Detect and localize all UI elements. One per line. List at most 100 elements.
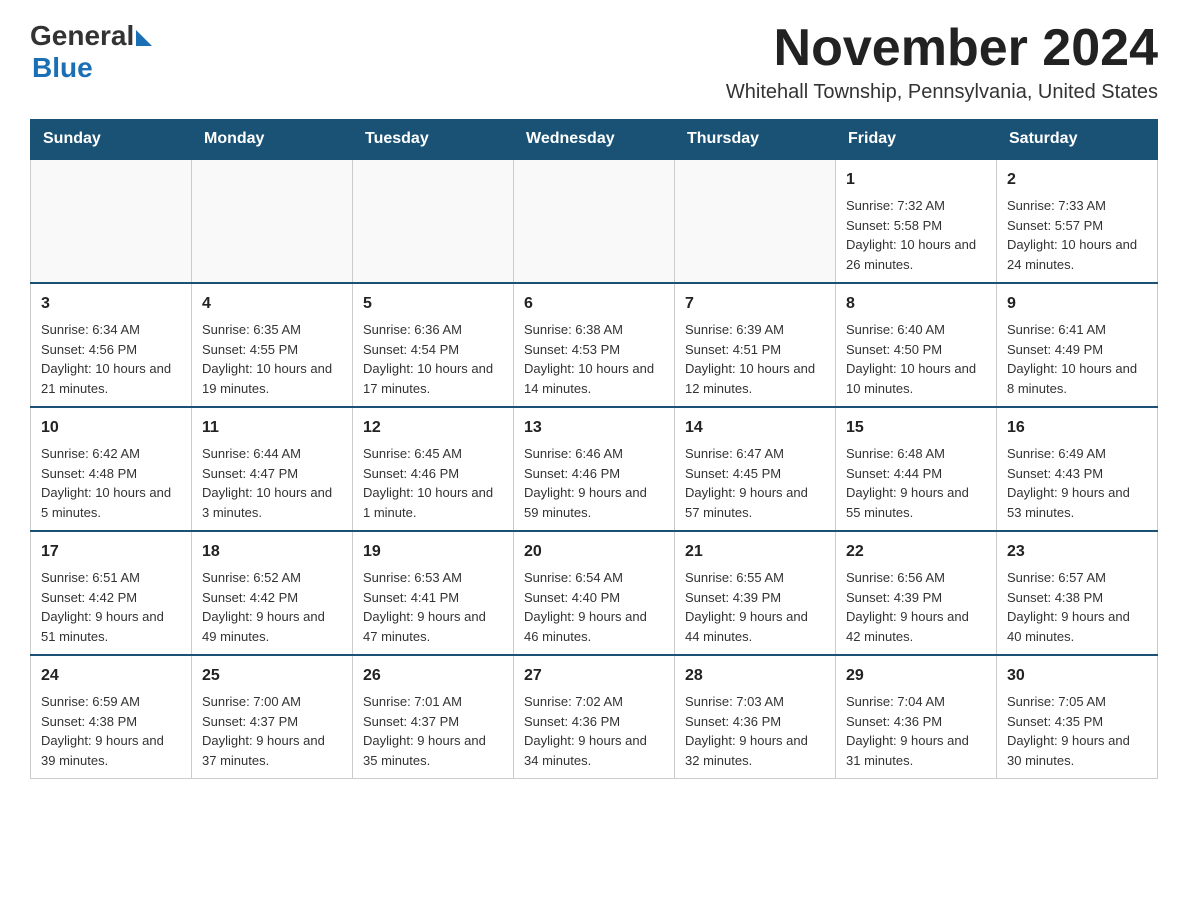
day-number: 10 [41, 416, 181, 440]
day-number: 5 [363, 292, 503, 316]
weekday-header-row: SundayMondayTuesdayWednesdayThursdayFrid… [31, 120, 1158, 160]
day-info: Sunset: 4:44 PM [846, 464, 986, 484]
day-info: Sunrise: 7:04 AM [846, 692, 986, 712]
day-info: Sunset: 4:36 PM [685, 712, 825, 732]
day-number: 12 [363, 416, 503, 440]
day-info: Daylight: 9 hours and 47 minutes. [363, 607, 503, 646]
day-number: 8 [846, 292, 986, 316]
day-info: Sunrise: 6:51 AM [41, 568, 181, 588]
day-info: Daylight: 9 hours and 46 minutes. [524, 607, 664, 646]
day-info: Sunset: 4:40 PM [524, 588, 664, 608]
day-number: 23 [1007, 540, 1147, 564]
calendar-cell: 3Sunrise: 6:34 AMSunset: 4:56 PMDaylight… [31, 283, 192, 407]
day-info: Sunset: 4:37 PM [202, 712, 342, 732]
day-info: Daylight: 10 hours and 5 minutes. [41, 483, 181, 522]
day-info: Daylight: 9 hours and 35 minutes. [363, 731, 503, 770]
day-info: Sunset: 5:57 PM [1007, 216, 1147, 236]
day-info: Sunset: 4:56 PM [41, 340, 181, 360]
calendar-cell: 21Sunrise: 6:55 AMSunset: 4:39 PMDayligh… [675, 531, 836, 655]
day-number: 28 [685, 664, 825, 688]
day-info: Sunset: 4:39 PM [846, 588, 986, 608]
day-info: Sunrise: 6:46 AM [524, 444, 664, 464]
calendar-cell: 8Sunrise: 6:40 AMSunset: 4:50 PMDaylight… [836, 283, 997, 407]
calendar-week-5: 24Sunrise: 6:59 AMSunset: 4:38 PMDayligh… [31, 655, 1158, 779]
calendar-week-3: 10Sunrise: 6:42 AMSunset: 4:48 PMDayligh… [31, 407, 1158, 531]
day-info: Sunrise: 6:47 AM [685, 444, 825, 464]
logo: General Blue [30, 20, 152, 84]
day-info: Sunset: 4:47 PM [202, 464, 342, 484]
calendar-cell: 13Sunrise: 6:46 AMSunset: 4:46 PMDayligh… [514, 407, 675, 531]
calendar-cell: 12Sunrise: 6:45 AMSunset: 4:46 PMDayligh… [353, 407, 514, 531]
day-info: Sunset: 4:41 PM [363, 588, 503, 608]
calendar-cell: 7Sunrise: 6:39 AMSunset: 4:51 PMDaylight… [675, 283, 836, 407]
day-number: 27 [524, 664, 664, 688]
day-info: Daylight: 9 hours and 55 minutes. [846, 483, 986, 522]
day-info: Sunrise: 7:05 AM [1007, 692, 1147, 712]
day-info: Sunset: 4:42 PM [41, 588, 181, 608]
day-info: Sunrise: 7:01 AM [363, 692, 503, 712]
day-info: Sunrise: 7:02 AM [524, 692, 664, 712]
day-number: 25 [202, 664, 342, 688]
calendar-week-4: 17Sunrise: 6:51 AMSunset: 4:42 PMDayligh… [31, 531, 1158, 655]
day-info: Daylight: 10 hours and 14 minutes. [524, 359, 664, 398]
calendar-cell: 16Sunrise: 6:49 AMSunset: 4:43 PMDayligh… [997, 407, 1158, 531]
calendar-cell: 6Sunrise: 6:38 AMSunset: 4:53 PMDaylight… [514, 283, 675, 407]
day-info: Sunset: 4:39 PM [685, 588, 825, 608]
day-number: 22 [846, 540, 986, 564]
day-number: 19 [363, 540, 503, 564]
day-info: Sunset: 4:48 PM [41, 464, 181, 484]
weekday-header-thursday: Thursday [675, 120, 836, 160]
day-number: 26 [363, 664, 503, 688]
day-info: Daylight: 10 hours and 12 minutes. [685, 359, 825, 398]
day-info: Daylight: 9 hours and 59 minutes. [524, 483, 664, 522]
day-number: 30 [1007, 664, 1147, 688]
calendar-cell: 27Sunrise: 7:02 AMSunset: 4:36 PMDayligh… [514, 655, 675, 779]
day-info: Daylight: 10 hours and 1 minute. [363, 483, 503, 522]
calendar-cell [514, 159, 675, 283]
logo-arrow-icon [136, 30, 152, 46]
day-info: Daylight: 9 hours and 51 minutes. [41, 607, 181, 646]
day-info: Sunset: 4:36 PM [524, 712, 664, 732]
weekday-header-friday: Friday [836, 120, 997, 160]
day-info: Daylight: 9 hours and 32 minutes. [685, 731, 825, 770]
day-info: Sunset: 4:55 PM [202, 340, 342, 360]
day-info: Daylight: 9 hours and 49 minutes. [202, 607, 342, 646]
day-info: Sunrise: 6:56 AM [846, 568, 986, 588]
day-number: 9 [1007, 292, 1147, 316]
day-info: Sunset: 4:46 PM [363, 464, 503, 484]
day-info: Sunrise: 6:55 AM [685, 568, 825, 588]
day-info: Sunrise: 7:03 AM [685, 692, 825, 712]
day-number: 17 [41, 540, 181, 564]
month-title: November 2024 [726, 20, 1158, 77]
day-info: Sunrise: 6:52 AM [202, 568, 342, 588]
day-info: Daylight: 10 hours and 10 minutes. [846, 359, 986, 398]
calendar-cell: 20Sunrise: 6:54 AMSunset: 4:40 PMDayligh… [514, 531, 675, 655]
calendar-week-2: 3Sunrise: 6:34 AMSunset: 4:56 PMDaylight… [31, 283, 1158, 407]
day-number: 2 [1007, 168, 1147, 192]
day-info: Sunrise: 6:49 AM [1007, 444, 1147, 464]
calendar-header: SundayMondayTuesdayWednesdayThursdayFrid… [31, 120, 1158, 160]
day-info: Daylight: 10 hours and 17 minutes. [363, 359, 503, 398]
day-number: 4 [202, 292, 342, 316]
calendar-cell: 2 Sunrise: 7:33 AMSunset: 5:57 PMDaylight… [997, 159, 1158, 283]
day-info: Sunrise: 6:40 AM [846, 320, 986, 340]
calendar-cell: 14Sunrise: 6:47 AMSunset: 4:45 PMDayligh… [675, 407, 836, 531]
logo-general: General [30, 20, 134, 52]
day-number: 21 [685, 540, 825, 564]
day-info: Sunrise: 6:34 AM [41, 320, 181, 340]
day-number: 24 [41, 664, 181, 688]
day-info: Sunrise: 7:33 AM [1007, 196, 1147, 216]
day-number: 16 [1007, 416, 1147, 440]
day-number: 1 [846, 168, 986, 192]
day-info: Daylight: 9 hours and 42 minutes. [846, 607, 986, 646]
day-number: 11 [202, 416, 342, 440]
calendar-cell: 10Sunrise: 6:42 AMSunset: 4:48 PMDayligh… [31, 407, 192, 531]
day-info: Sunset: 4:51 PM [685, 340, 825, 360]
day-number: 14 [685, 416, 825, 440]
day-info: Sunrise: 6:54 AM [524, 568, 664, 588]
calendar-cell: 29Sunrise: 7:04 AMSunset: 4:36 PMDayligh… [836, 655, 997, 779]
day-info: Daylight: 10 hours and 24 minutes. [1007, 235, 1147, 274]
day-info: Daylight: 9 hours and 31 minutes. [846, 731, 986, 770]
day-number: 7 [685, 292, 825, 316]
day-info: Sunrise: 6:41 AM [1007, 320, 1147, 340]
